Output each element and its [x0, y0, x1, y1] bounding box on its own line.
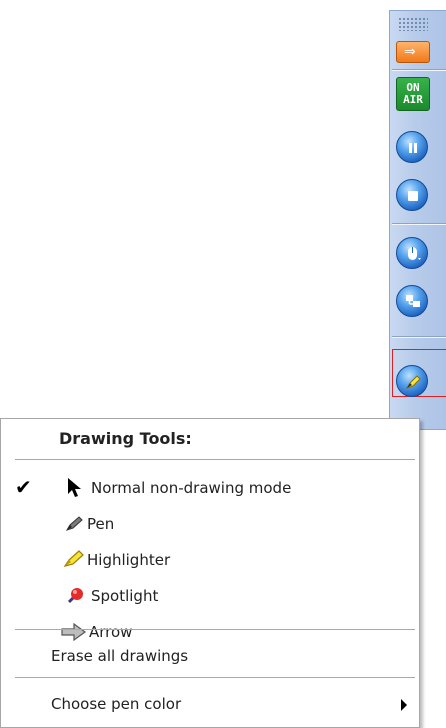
highlighter-icon: [63, 549, 85, 573]
drawing-tools-menu: Drawing Tools: ✔ Normal non-drawing mode…: [0, 418, 420, 728]
mouse-icon: [408, 247, 421, 260]
toolbar-grip[interactable]: [398, 17, 428, 31]
menu-title: Drawing Tools:: [59, 429, 192, 448]
cursor-icon: [65, 477, 85, 503]
menu-item-spotlight[interactable]: Spotlight: [1, 581, 417, 613]
menu-item-label: Choose pen color: [51, 695, 182, 713]
menu-item-label: Erase all drawings: [51, 647, 189, 665]
menu-item-erase-all[interactable]: Erase all drawings: [1, 641, 417, 673]
right-arrow-icon: ⇒: [404, 44, 416, 60]
menu-separator: [15, 677, 415, 678]
menu-item-choose-pen-color[interactable]: Choose pen color: [1, 689, 417, 721]
drawing-tools-button[interactable]: [396, 365, 428, 397]
on-air-button[interactable]: ON AIR: [396, 77, 430, 111]
pause-icon: [409, 143, 417, 153]
menu-item-label: Pen: [87, 515, 115, 533]
toolbar-divider: [392, 336, 446, 338]
stop-button[interactable]: [396, 179, 428, 211]
menu-separator: [15, 459, 415, 460]
pause-button[interactable]: [396, 131, 428, 163]
menu-item-highlighter[interactable]: Highlighter: [1, 545, 417, 577]
mouse-control-button[interactable]: [396, 237, 428, 269]
network-computers-icon: [406, 295, 420, 307]
menu-item-label: Arrow: [89, 623, 133, 641]
presentation-toolbar: ⇒ ON AIR: [389, 10, 446, 430]
network-button[interactable]: [396, 285, 428, 317]
menu-item-normal-mode[interactable]: ✔ Normal non-drawing mode: [1, 473, 417, 505]
submenu-arrow-icon: [401, 699, 407, 711]
check-mark-icon: ✔: [15, 475, 32, 499]
menu-item-label: Highlighter: [87, 551, 171, 569]
next-arrow-button[interactable]: ⇒: [396, 41, 430, 63]
menu-item-label: Spotlight: [91, 587, 159, 605]
pen-icon: [65, 515, 85, 537]
menu-item-label: Normal non-drawing mode: [91, 479, 292, 497]
menu-separator: [15, 629, 415, 630]
spotlight-icon: [65, 587, 85, 609]
toolbar-divider: [392, 223, 446, 225]
on-air-label-line2: AIR: [403, 93, 423, 106]
yellow-pen-icon: [405, 375, 421, 389]
menu-item-pen[interactable]: Pen: [1, 509, 417, 541]
stop-icon: [408, 191, 418, 201]
toolbar-divider: [392, 69, 446, 71]
